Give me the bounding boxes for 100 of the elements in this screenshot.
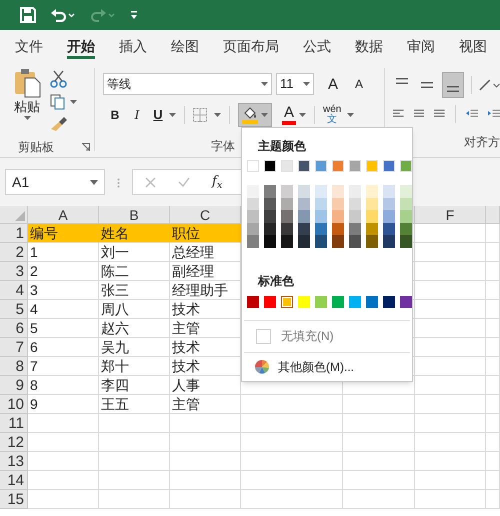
- dialog-launcher-icon[interactable]: [82, 143, 90, 151]
- color-swatch[interactable]: [247, 210, 259, 222]
- row-header[interactable]: 8: [0, 357, 28, 376]
- color-swatch[interactable]: [247, 198, 259, 210]
- row-header[interactable]: 6: [0, 319, 28, 338]
- row-header[interactable]: 11: [0, 414, 28, 433]
- color-swatch[interactable]: [264, 198, 276, 210]
- color-swatch[interactable]: [366, 222, 378, 235]
- redo-icon[interactable]: [90, 8, 116, 22]
- caret-icon[interactable]: [214, 113, 221, 117]
- customize-icon[interactable]: [130, 10, 138, 20]
- row-header[interactable]: 10: [0, 395, 28, 414]
- color-swatch[interactable]: [366, 198, 378, 210]
- ribbon-tab[interactable]: 页面布局: [211, 30, 291, 62]
- row-header[interactable]: 15: [0, 490, 28, 509]
- color-swatch[interactable]: [298, 296, 310, 308]
- color-swatch[interactable]: [366, 296, 378, 308]
- ribbon-tab[interactable]: 数据: [343, 30, 395, 62]
- row-header[interactable]: 13: [0, 452, 28, 471]
- color-swatch[interactable]: [298, 235, 310, 248]
- color-swatch[interactable]: [400, 222, 412, 235]
- align-button[interactable]: [442, 72, 464, 98]
- color-swatch[interactable]: [332, 198, 344, 210]
- ribbon-tab[interactable]: 审阅: [395, 30, 447, 62]
- color-swatch[interactable]: [315, 185, 327, 198]
- ribbon-tab[interactable]: 开始: [55, 30, 107, 62]
- color-swatch[interactable]: [281, 198, 293, 210]
- more-colors-item[interactable]: 其他颜色(M)...: [242, 352, 412, 380]
- drag-handle-icon[interactable]: [117, 178, 120, 188]
- color-swatch[interactable]: [315, 296, 327, 308]
- color-swatch[interactable]: [298, 185, 310, 198]
- italic-button[interactable]: I: [127, 106, 147, 124]
- row-header[interactable]: 9: [0, 376, 28, 395]
- color-swatch[interactable]: [298, 198, 310, 210]
- color-swatch[interactable]: [315, 198, 327, 210]
- row-header[interactable]: 7: [0, 338, 28, 357]
- row-header[interactable]: 4: [0, 281, 28, 300]
- color-swatch[interactable]: [349, 222, 361, 235]
- phonetic-guide-button[interactable]: wén 文: [323, 105, 342, 125]
- indent-icon[interactable]: [466, 108, 478, 120]
- row-header[interactable]: 1: [0, 224, 28, 243]
- text-orientation-icon[interactable]: [478, 78, 500, 92]
- color-swatch[interactable]: [315, 222, 327, 235]
- color-swatch[interactable]: [298, 210, 310, 222]
- ribbon-tab[interactable]: 视图: [447, 30, 499, 62]
- row-header[interactable]: 3: [0, 262, 28, 281]
- color-swatch[interactable]: [400, 296, 412, 308]
- color-swatch[interactable]: [315, 210, 327, 222]
- undo-icon[interactable]: [50, 8, 76, 22]
- scissors-icon[interactable]: [50, 70, 68, 88]
- color-swatch[interactable]: [247, 296, 259, 308]
- format-painter-icon[interactable]: [50, 116, 68, 132]
- color-swatch[interactable]: [332, 296, 344, 308]
- color-swatch[interactable]: [383, 296, 395, 308]
- select-all-icon[interactable]: [15, 211, 25, 221]
- color-swatch[interactable]: [400, 198, 412, 210]
- align-icon[interactable]: [434, 108, 445, 120]
- insert-function-button[interactable]: f$_{x}$: [212, 172, 222, 192]
- ribbon-tab[interactable]: 文件: [3, 30, 55, 62]
- color-swatch[interactable]: [383, 222, 395, 235]
- row-header[interactable]: 5: [0, 300, 28, 319]
- enter-icon[interactable]: [178, 177, 190, 187]
- color-swatch[interactable]: [281, 210, 293, 222]
- align-icon[interactable]: [393, 108, 404, 120]
- name-box[interactable]: A1: [5, 169, 105, 195]
- color-swatch[interactable]: [332, 210, 344, 222]
- color-swatch[interactable]: [264, 210, 276, 222]
- fill-color-button[interactable]: [238, 103, 272, 127]
- color-swatch[interactable]: [383, 235, 395, 248]
- color-swatch[interactable]: [366, 210, 378, 222]
- color-swatch[interactable]: [383, 210, 395, 222]
- font-size-field[interactable]: 11: [276, 73, 314, 95]
- color-swatch[interactable]: [281, 185, 293, 198]
- color-swatch[interactable]: [315, 235, 327, 248]
- underline-button[interactable]: U: [149, 105, 167, 125]
- shrink-font-button[interactable]: A: [350, 74, 368, 94]
- copy-button[interactable]: [50, 94, 77, 110]
- color-swatch[interactable]: [366, 185, 378, 198]
- color-swatch[interactable]: [383, 198, 395, 210]
- color-swatch[interactable]: [400, 185, 412, 198]
- color-swatch[interactable]: [400, 210, 412, 222]
- color-swatch[interactable]: [281, 222, 293, 235]
- color-swatch[interactable]: [264, 185, 276, 198]
- column-header[interactable]: [486, 206, 500, 224]
- column-header[interactable]: B: [99, 206, 170, 224]
- bold-button[interactable]: B: [105, 106, 125, 124]
- color-swatch[interactable]: [349, 235, 361, 248]
- color-swatch[interactable]: [332, 235, 344, 248]
- color-swatch[interactable]: [349, 185, 361, 198]
- column-header[interactable]: F: [415, 206, 486, 224]
- ribbon-tab[interactable]: 绘图: [159, 30, 211, 62]
- caret-icon[interactable]: [169, 113, 176, 117]
- row-header[interactable]: 12: [0, 433, 28, 452]
- color-swatch[interactable]: [281, 296, 293, 308]
- row-header[interactable]: 14: [0, 471, 28, 490]
- caret-icon[interactable]: [299, 113, 306, 117]
- color-swatch[interactable]: [349, 198, 361, 210]
- row-header[interactable]: 2: [0, 243, 28, 262]
- paste-button[interactable]: 粘贴: [12, 68, 42, 132]
- save-icon[interactable]: [20, 7, 36, 23]
